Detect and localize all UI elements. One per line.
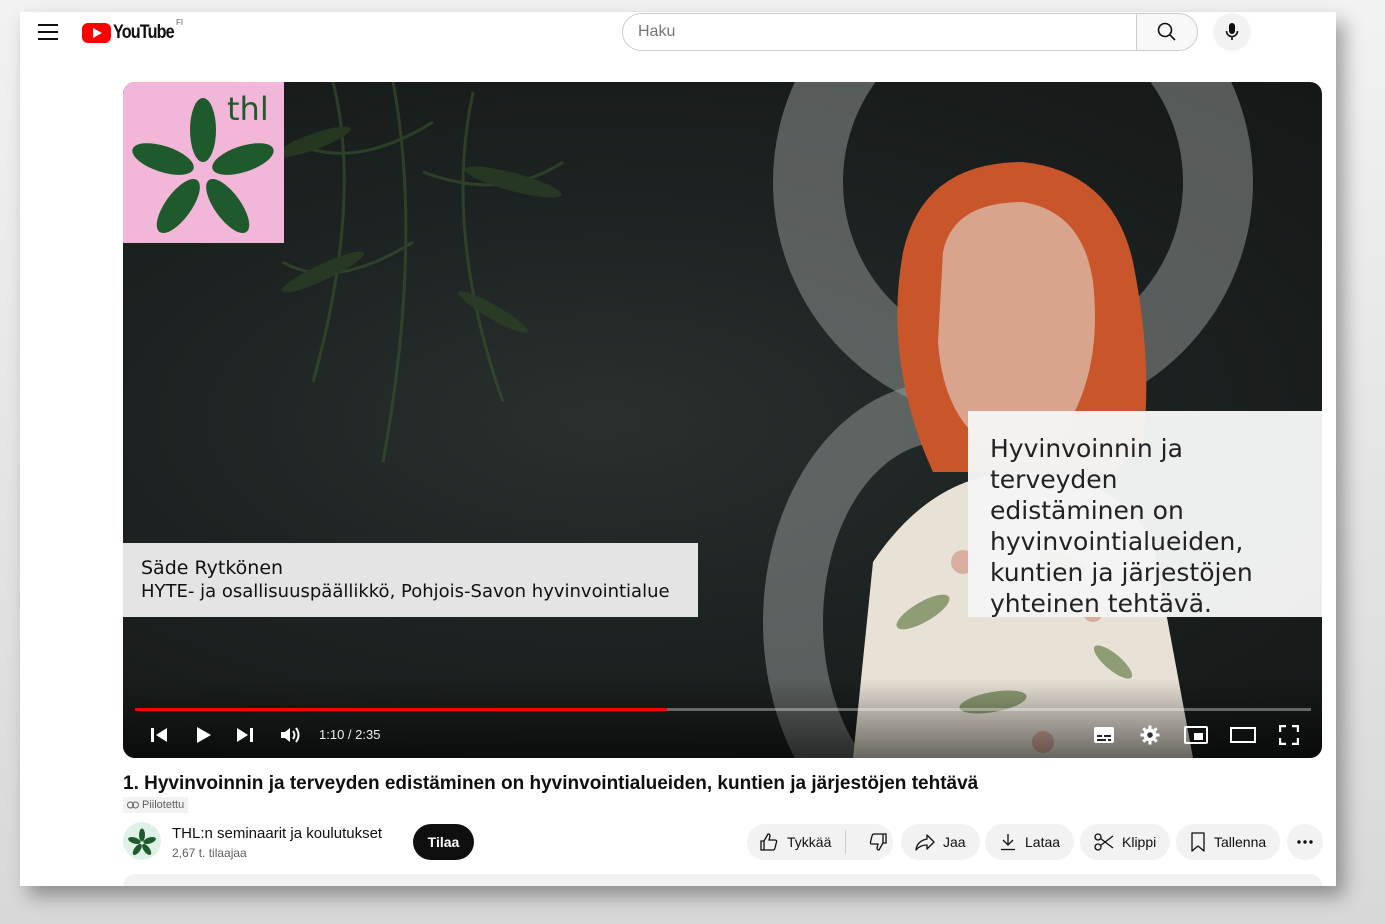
download-button[interactable]: Lataa (985, 824, 1075, 860)
share-icon (915, 834, 935, 851)
miniplayer-icon (1184, 726, 1208, 744)
hamburger-menu-icon[interactable] (38, 24, 58, 40)
miniplayer-button[interactable] (1183, 724, 1209, 746)
visibility-label: Piilotettu (142, 799, 185, 811)
subscriber-count: 2,67 t. tilaajaa (172, 846, 247, 860)
microphone-icon (1225, 23, 1239, 40)
previous-button[interactable] (149, 724, 169, 746)
speaker-role: HYTE- ja osallisuuspäällikkö, Pohjois-Sa… (141, 581, 670, 602)
search-icon (1157, 22, 1176, 41)
settings-button[interactable] (1139, 724, 1161, 746)
quote-line: edistäminen on (990, 496, 1184, 525)
clip-button[interactable]: Klippi (1080, 824, 1171, 860)
mute-button[interactable] (279, 724, 303, 746)
video-title: 1. Hyvinvoinnin ja terveyden edistäminen… (123, 773, 979, 794)
skip-previous-icon (151, 728, 167, 742)
subtitles-icon (1094, 727, 1114, 743)
thl-flower-icon (128, 828, 156, 856)
play-button[interactable] (193, 724, 215, 746)
skip-next-icon (237, 728, 253, 742)
region-code: FI (176, 18, 184, 27)
theater-mode-button[interactable] (1229, 724, 1257, 746)
search-bar (622, 13, 1198, 51)
download-label: Lataa (1025, 834, 1061, 850)
thumbs-up-icon (760, 833, 778, 851)
video-player[interactable]: thl Säde Rytkönen HYTE- ja osallisuuspää… (123, 82, 1322, 758)
subscribe-button[interactable]: Tilaa (413, 824, 474, 860)
thumbs-down-icon (870, 833, 888, 851)
link-icon (127, 801, 139, 809)
search-button[interactable] (1136, 13, 1198, 51)
like-button[interactable]: Tykkää (747, 830, 847, 854)
voice-search-button[interactable] (1213, 13, 1251, 51)
controls-gradient (123, 678, 1322, 758)
description-box[interactable] (123, 874, 1322, 886)
scissors-icon (1094, 833, 1114, 851)
volume-icon (281, 727, 300, 743)
more-horizontal-icon (1297, 840, 1313, 844)
download-icon (1001, 834, 1015, 851)
browser-viewport: YouTube FI Haku thl Säde Rytkönen HYTE- … (20, 12, 1336, 886)
like-dislike-group: Tykkää (747, 824, 893, 860)
plant-leaves (275, 82, 564, 463)
thl-logo: thl (123, 82, 284, 243)
save-button[interactable]: Tallenna (1176, 824, 1281, 860)
quote-line: hyvinvointialueiden, (990, 527, 1244, 556)
fullscreen-icon (1279, 725, 1299, 745)
logo-text: YouTube (113, 22, 175, 43)
quote-line: yhteinen tehtävä. (990, 589, 1212, 618)
clip-label: Klippi (1122, 834, 1157, 850)
speaker-name: Säde Rytkönen (141, 557, 284, 579)
quote-overlay: Hyvinvoinnin ja terveyden edistäminen on… (968, 411, 1322, 618)
gear-icon (1140, 725, 1160, 745)
thl-logo-text: thl (227, 90, 269, 128)
share-button[interactable]: Jaa (901, 824, 980, 860)
progress-played (135, 708, 667, 711)
search-input[interactable] (622, 13, 1136, 51)
youtube-logo[interactable]: YouTube FI (82, 18, 184, 44)
subtitles-button[interactable] (1092, 724, 1116, 746)
fullscreen-button[interactable] (1277, 724, 1301, 746)
progress-bar[interactable] (135, 708, 1311, 711)
more-actions-button[interactable] (1287, 824, 1323, 860)
save-label: Tallenna (1214, 834, 1267, 850)
like-label: Tykkää (787, 834, 832, 850)
dislike-button[interactable] (854, 832, 902, 852)
quote-line: Hyvinvoinnin ja terveyden (990, 434, 1183, 494)
play-icon (197, 727, 211, 743)
channel-avatar[interactable] (123, 822, 161, 860)
youtube-play-icon (82, 23, 111, 43)
share-label: Jaa (943, 834, 966, 850)
speaker-lower-third: Säde Rytkönen HYTE- ja osallisuuspäällik… (123, 543, 698, 617)
next-button[interactable] (235, 724, 255, 746)
masthead: YouTube FI (20, 12, 1336, 52)
quote-line: kuntien ja järjestöjen (990, 558, 1253, 587)
theater-mode-icon (1230, 727, 1256, 743)
bookmark-icon (1191, 832, 1205, 852)
time-display: 1:10 / 2:35 (319, 727, 381, 742)
visibility-badge: Piilotettu (123, 797, 189, 813)
channel-name[interactable]: THL:n seminaarit ja koulutukset (172, 825, 382, 842)
